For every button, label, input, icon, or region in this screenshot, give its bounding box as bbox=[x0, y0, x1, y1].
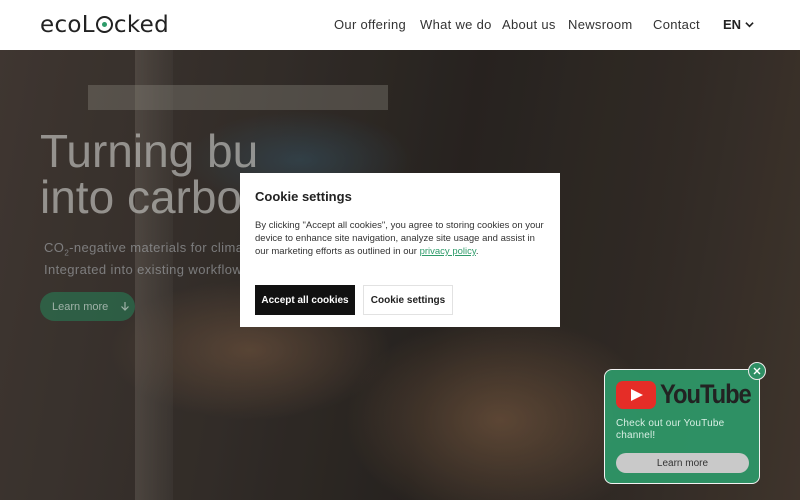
chevron-down-icon bbox=[745, 22, 754, 28]
site-header: ecoL cked Our offering What we do About u… bbox=[0, 0, 800, 50]
cookie-dialog: Cookie settings By clicking "Accept all … bbox=[240, 173, 560, 327]
nav-our-offering[interactable]: Our offering bbox=[334, 17, 406, 32]
nav-about-us[interactable]: About us bbox=[502, 17, 556, 32]
cookie-text-end: . bbox=[475, 246, 479, 257]
privacy-policy-link[interactable]: privacy policy bbox=[420, 246, 476, 257]
cookie-text-body: By clicking "Accept all cookies", you ag… bbox=[255, 220, 544, 257]
logo-text-prefix: ecoL bbox=[40, 12, 95, 38]
nav-what-we-do[interactable]: What we do bbox=[420, 17, 492, 32]
nav-contact[interactable]: Contact bbox=[653, 17, 700, 32]
youtube-learn-more-button[interactable]: Learn more bbox=[616, 453, 749, 473]
cookie-dialog-title: Cookie settings bbox=[255, 189, 352, 204]
close-icon[interactable] bbox=[748, 362, 766, 380]
cookie-settings-button[interactable]: Cookie settings bbox=[363, 285, 453, 315]
logo-text-suffix: cked bbox=[113, 12, 169, 38]
ecolocked-logo[interactable]: ecoL cked bbox=[40, 12, 169, 38]
youtube-widget: YouTube Check out our YouTube channel! L… bbox=[604, 369, 760, 484]
accept-all-cookies-button[interactable]: Accept all cookies bbox=[255, 285, 355, 315]
logo-o-icon bbox=[95, 16, 113, 33]
youtube-logo[interactable]: YouTube bbox=[616, 379, 763, 410]
language-label: EN bbox=[723, 17, 742, 32]
cookie-dialog-text: By clicking "Accept all cookies", you ag… bbox=[255, 219, 545, 258]
language-selector[interactable]: EN bbox=[723, 17, 754, 32]
youtube-wordmark: YouTube bbox=[660, 379, 752, 409]
nav-newsroom[interactable]: Newsroom bbox=[568, 17, 633, 32]
youtube-widget-text: Check out our YouTube channel! bbox=[616, 418, 725, 441]
youtube-play-icon bbox=[616, 380, 656, 409]
close-x-glyph bbox=[753, 367, 761, 375]
